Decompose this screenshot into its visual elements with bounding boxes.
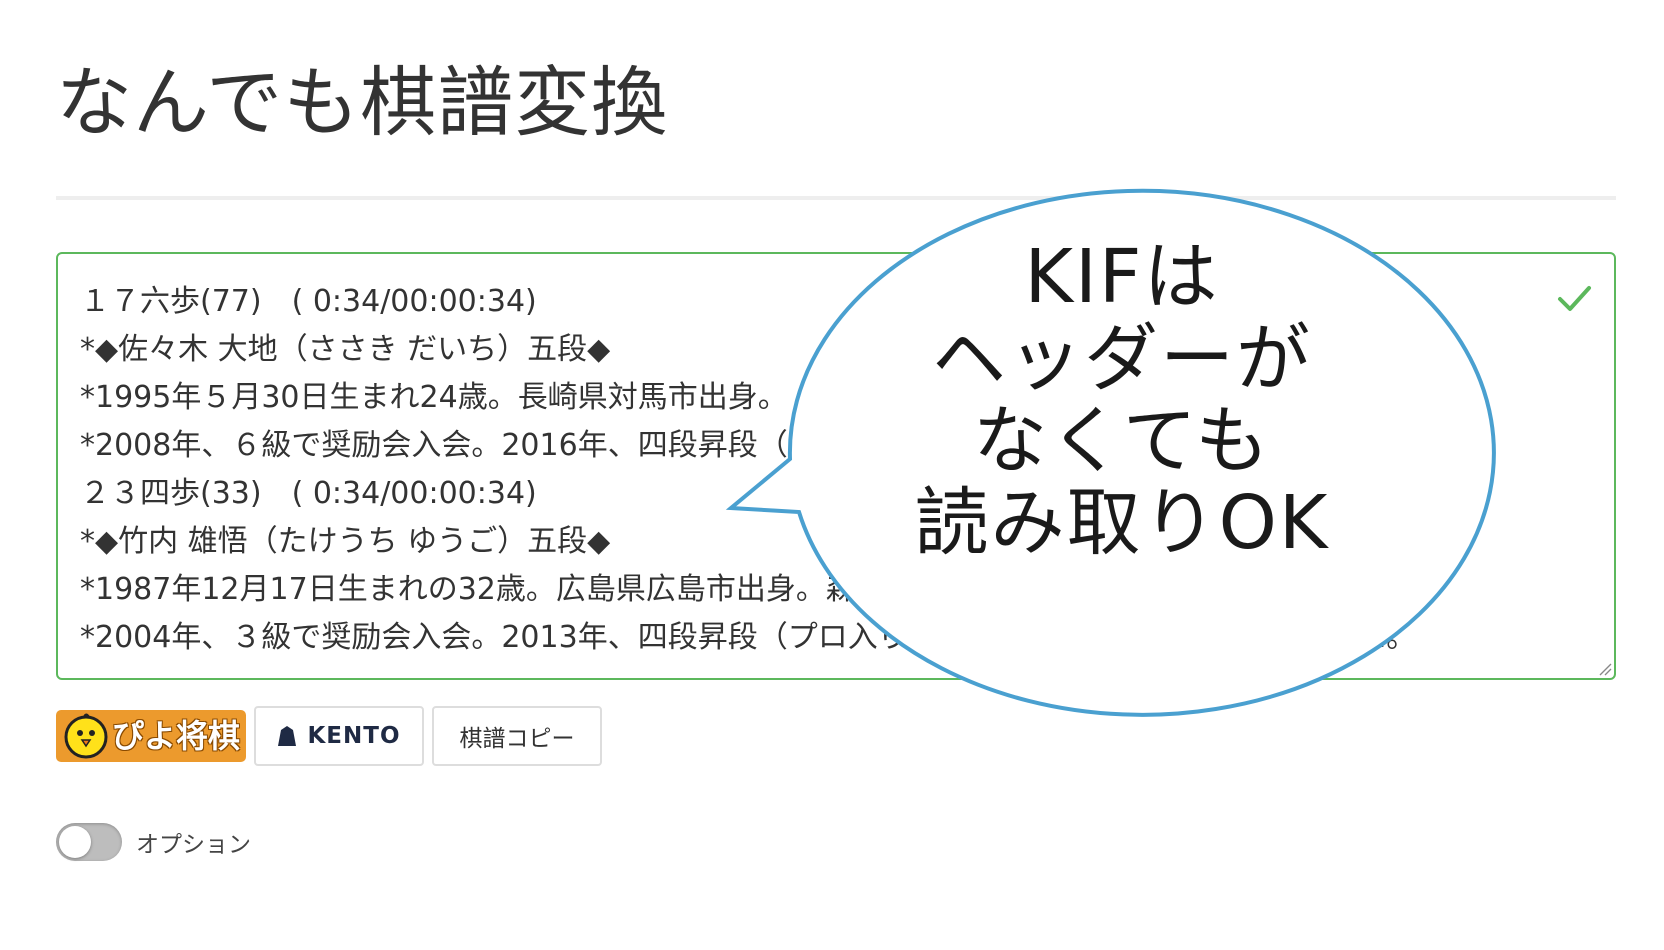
check-icon [1558,286,1591,311]
title-divider [56,196,1616,200]
copy-kifu-button[interactable]: 棋譜コピー [432,706,602,766]
page-title: なんでも棋譜変換 [56,58,669,147]
piyo-shogi-button[interactable]: ぴよ将棋 [56,710,246,762]
kifu-textarea[interactable]: １７六歩(77) ( 0:34/00:00:34) *◆佐々木 大地（ささき だ… [56,252,1616,680]
kifu-line: *1995年５月30日生まれ24歳。長崎県対馬市出身。 [80,380,788,415]
shogi-piece-icon [278,726,297,746]
kifu-line: ２３四歩(33) ( 0:34/00:00:34) [80,476,537,511]
chick-icon [64,713,108,759]
option-toggle[interactable] [56,823,122,861]
kifu-line: *◆佐々木 大地（ささき だいち）五段◆ [80,332,611,367]
resize-handle-icon[interactable] [1596,660,1612,676]
kento-label: KENTO [307,723,401,749]
kifu-line: １７六歩(77) ( 0:34/00:00:34) [80,284,537,319]
kifu-text[interactable]: １７六歩(77) ( 0:34/00:00:34) *◆佐々木 大地（ささき だ… [80,278,1416,662]
option-label: オプション [136,832,251,858]
toggle-knob [59,826,91,858]
kento-button[interactable]: KENTO [254,706,424,766]
kifu-line: *1987年12月17日生まれの32歳。広島県広島市出身。森 [80,572,856,607]
option-row: オプション [56,822,251,862]
kifu-line: *◆竹内 雄悟（たけうち ゆうご）五段◆ [80,524,611,559]
kifu-line: *2008年、６級で奨励会入会。2016年、四段昇段（プロ入り）。2019年、五… [80,428,1417,463]
piyo-shogi-label: ぴよ将棋 [112,717,241,755]
copy-kifu-label: 棋譜コピー [459,726,575,752]
kifu-line: *2004年、３級で奨励会入会。2013年、四段昇段（プロ入り）。2019年、五… [80,620,1417,655]
